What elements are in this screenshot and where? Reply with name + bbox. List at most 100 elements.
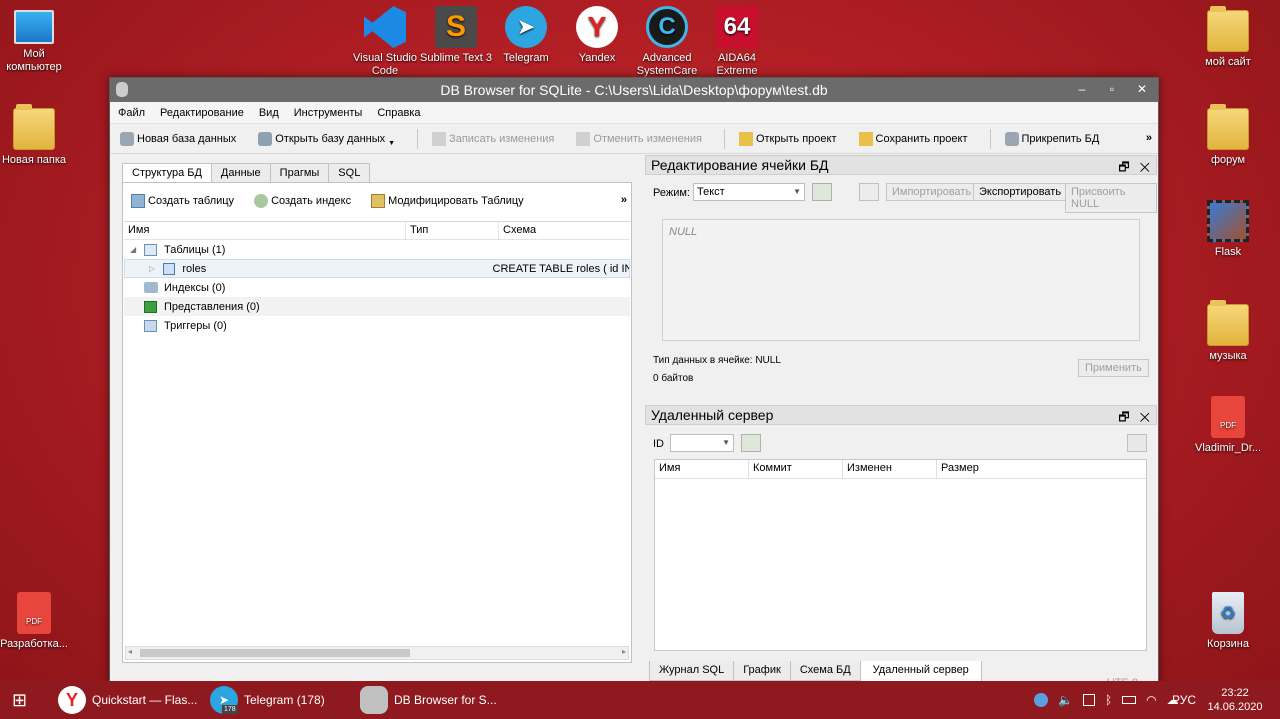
scrollbar-thumb[interactable] xyxy=(140,649,410,657)
tab-plot[interactable]: График xyxy=(733,661,791,681)
attach-database-button[interactable]: Прикрепить БД xyxy=(1004,131,1099,146)
clock[interactable]: 23:22 14.06.2020 xyxy=(1206,686,1264,714)
horizontal-scrollbar[interactable]: ◂ ▸ xyxy=(125,646,629,660)
create-index-button[interactable]: Создать индекс xyxy=(254,193,351,208)
desktop-icon-advanced-systemcare[interactable]: C Advanced SystemCare xyxy=(629,6,705,78)
pdf-label: PDF xyxy=(1220,421,1236,430)
modify-table-button[interactable]: Модифицировать Таблицу xyxy=(371,193,524,208)
database-icon xyxy=(360,686,388,714)
desktop-icon-music[interactable]: музыка xyxy=(1190,300,1266,363)
new-database-button[interactable]: Новая база данных xyxy=(120,131,236,146)
desktop-icon-telegram[interactable]: ➤ Telegram xyxy=(488,6,564,65)
column-header-type[interactable]: Тип xyxy=(406,222,499,239)
menu-tools[interactable]: Инструменты xyxy=(294,107,363,119)
tab-sql[interactable]: SQL xyxy=(328,163,371,183)
network-activity-icon[interactable] xyxy=(1034,693,1048,707)
desktop-icon-vscode[interactable]: Visual Studio Code xyxy=(347,6,423,78)
system-tray: 🔈 ᛒ ◠ ☁ xyxy=(1034,681,1179,719)
taskbar-item-telegram[interactable]: ➤ 178 Telegram (178) xyxy=(210,681,350,719)
revert-changes-button[interactable]: Отменить изменения xyxy=(576,131,702,146)
bluetooth-icon[interactable]: ᛒ xyxy=(1105,693,1112,707)
tree-row-roles[interactable]: ▷ roles CREATE TABLE roles ( id IN xyxy=(124,259,630,278)
volume-icon[interactable]: 🔈 xyxy=(1058,693,1073,707)
word-wrap-icon[interactable] xyxy=(859,183,879,201)
desktop-icon-aida64[interactable]: 64 AIDA64 Extreme xyxy=(699,6,775,78)
column-header-schema[interactable]: Схема xyxy=(499,222,630,239)
open-project-label: Открыть проект xyxy=(755,132,837,145)
close-button[interactable]: ✕ xyxy=(1128,78,1156,100)
desktop-icon-pdf-vladimir[interactable]: PDF Vladimir_Dr... xyxy=(1190,396,1266,455)
desktop-icon-my-site[interactable]: мой сайт xyxy=(1190,6,1266,69)
auto-switch-icon[interactable] xyxy=(812,183,832,201)
maximize-button[interactable]: ▫ xyxy=(1098,78,1126,100)
tab-pragmas[interactable]: Прагмы xyxy=(269,163,330,183)
mode-value: Текст xyxy=(697,186,725,198)
close-panel-icon[interactable]: ✕ xyxy=(1140,160,1150,174)
scroll-left-icon[interactable]: ◂ xyxy=(128,647,132,656)
float-panel-icon[interactable]: 🗗 xyxy=(1118,410,1129,424)
desktop-icon-flask[interactable]: Flask xyxy=(1190,200,1266,259)
desktop-icon-recycle-bin[interactable]: ♻ Корзина xyxy=(1190,592,1266,651)
import-button[interactable]: Импортировать xyxy=(886,183,978,201)
upload-icon[interactable] xyxy=(1127,434,1147,452)
refresh-remote-icon[interactable] xyxy=(741,434,761,452)
desktop-icon-sublime[interactable]: S Sublime Text 3 xyxy=(418,6,494,65)
set-null-button[interactable]: Присвоить NULL xyxy=(1065,183,1157,213)
bottom-tab-bar: Журнал SQL График Схема БД Удаленный сер… xyxy=(649,661,1157,681)
tab-db-structure[interactable]: Структура БД xyxy=(122,163,212,183)
tab-data[interactable]: Данные xyxy=(210,163,271,183)
pdf-icon: PDF xyxy=(17,592,51,634)
menu-help[interactable]: Справка xyxy=(377,107,420,119)
mode-select[interactable]: Текст ▼ xyxy=(693,183,805,201)
cpu-icon[interactable] xyxy=(1082,694,1095,706)
create-table-button[interactable]: Создать таблицу xyxy=(131,193,234,208)
tab-remote-server[interactable]: Удаленный сервер xyxy=(859,661,982,681)
apply-button[interactable]: Применить xyxy=(1078,359,1149,377)
open-database-button[interactable]: Открыть базу данных ▼ xyxy=(258,130,395,147)
scroll-right-icon[interactable]: ▸ xyxy=(622,647,626,656)
id-select[interactable]: ▼ xyxy=(670,434,734,452)
expand-arrow-icon[interactable]: ▷ xyxy=(149,264,163,273)
menu-view[interactable]: Вид xyxy=(259,107,279,119)
column-header-size[interactable]: Размер xyxy=(937,460,1146,478)
tab-db-schema[interactable]: Схема БД xyxy=(789,661,861,681)
minimize-button[interactable]: – xyxy=(1068,78,1096,100)
taskbar-item-quickstart[interactable]: Y Quickstart — Flas... xyxy=(58,681,198,719)
tab-sql-log[interactable]: Журнал SQL xyxy=(649,661,735,681)
collapse-arrow-icon[interactable]: ◢ xyxy=(130,245,144,254)
column-header-name[interactable]: Имя xyxy=(124,222,406,239)
desktop-icon-pdf-razrabotka[interactable]: PDF Разработка... xyxy=(0,592,72,651)
tree-row-tables[interactable]: ◢ Таблицы (1) xyxy=(124,240,630,259)
write-changes-button[interactable]: Записать изменения xyxy=(432,131,554,146)
save-project-button[interactable]: Сохранить проект xyxy=(858,131,968,146)
column-header-modified[interactable]: Изменен xyxy=(843,460,937,478)
export-button[interactable]: Экспортировать xyxy=(973,183,1068,201)
input-language[interactable]: РУС xyxy=(1172,681,1196,719)
desktop-icon-yandex[interactable]: Y Yandex xyxy=(559,6,635,65)
column-header-commit[interactable]: Коммит xyxy=(749,460,843,478)
cell-editor[interactable]: NULL xyxy=(662,219,1140,341)
tree-row-triggers[interactable]: Триггеры (0) xyxy=(124,316,630,335)
desktop-icon-label: форум xyxy=(1210,154,1246,166)
open-project-button[interactable]: Открыть проект xyxy=(738,131,837,146)
column-header-name[interactable]: Имя xyxy=(655,460,749,478)
wifi-icon[interactable]: ◠ xyxy=(1146,693,1156,707)
structure-toolbar-more-button[interactable]: » xyxy=(621,194,627,206)
tree-row-indexes[interactable]: Индексы (0) xyxy=(124,278,630,297)
taskbar-item-db-browser[interactable]: DB Browser for S... xyxy=(360,681,500,719)
menu-edit[interactable]: Редактирование xyxy=(160,107,244,119)
title-bar[interactable]: DB Browser for SQLite - C:\Users\Lida\De… xyxy=(110,78,1158,102)
toolbar-more-button[interactable]: » xyxy=(1146,132,1152,144)
tree-item-label: Таблицы (1) xyxy=(164,243,226,256)
desktop-icon-my-computer[interactable]: Мой компьютер xyxy=(0,10,72,74)
tree-row-views[interactable]: Представления (0) xyxy=(124,297,630,316)
dropdown-arrow-icon[interactable]: ▼ xyxy=(388,140,395,147)
desktop-icon-forum[interactable]: форум xyxy=(1190,104,1266,167)
start-button[interactable]: ⊞ xyxy=(12,681,27,719)
menu-file[interactable]: Файл xyxy=(118,107,145,119)
desktop-icon-new-folder[interactable]: Новая папка xyxy=(0,104,72,167)
close-panel-icon[interactable]: ✕ xyxy=(1140,410,1150,424)
battery-icon[interactable] xyxy=(1122,696,1137,704)
float-panel-icon[interactable]: 🗗 xyxy=(1118,160,1129,174)
left-tab-bar: Структура БД Данные Прагмы SQL xyxy=(122,163,632,183)
